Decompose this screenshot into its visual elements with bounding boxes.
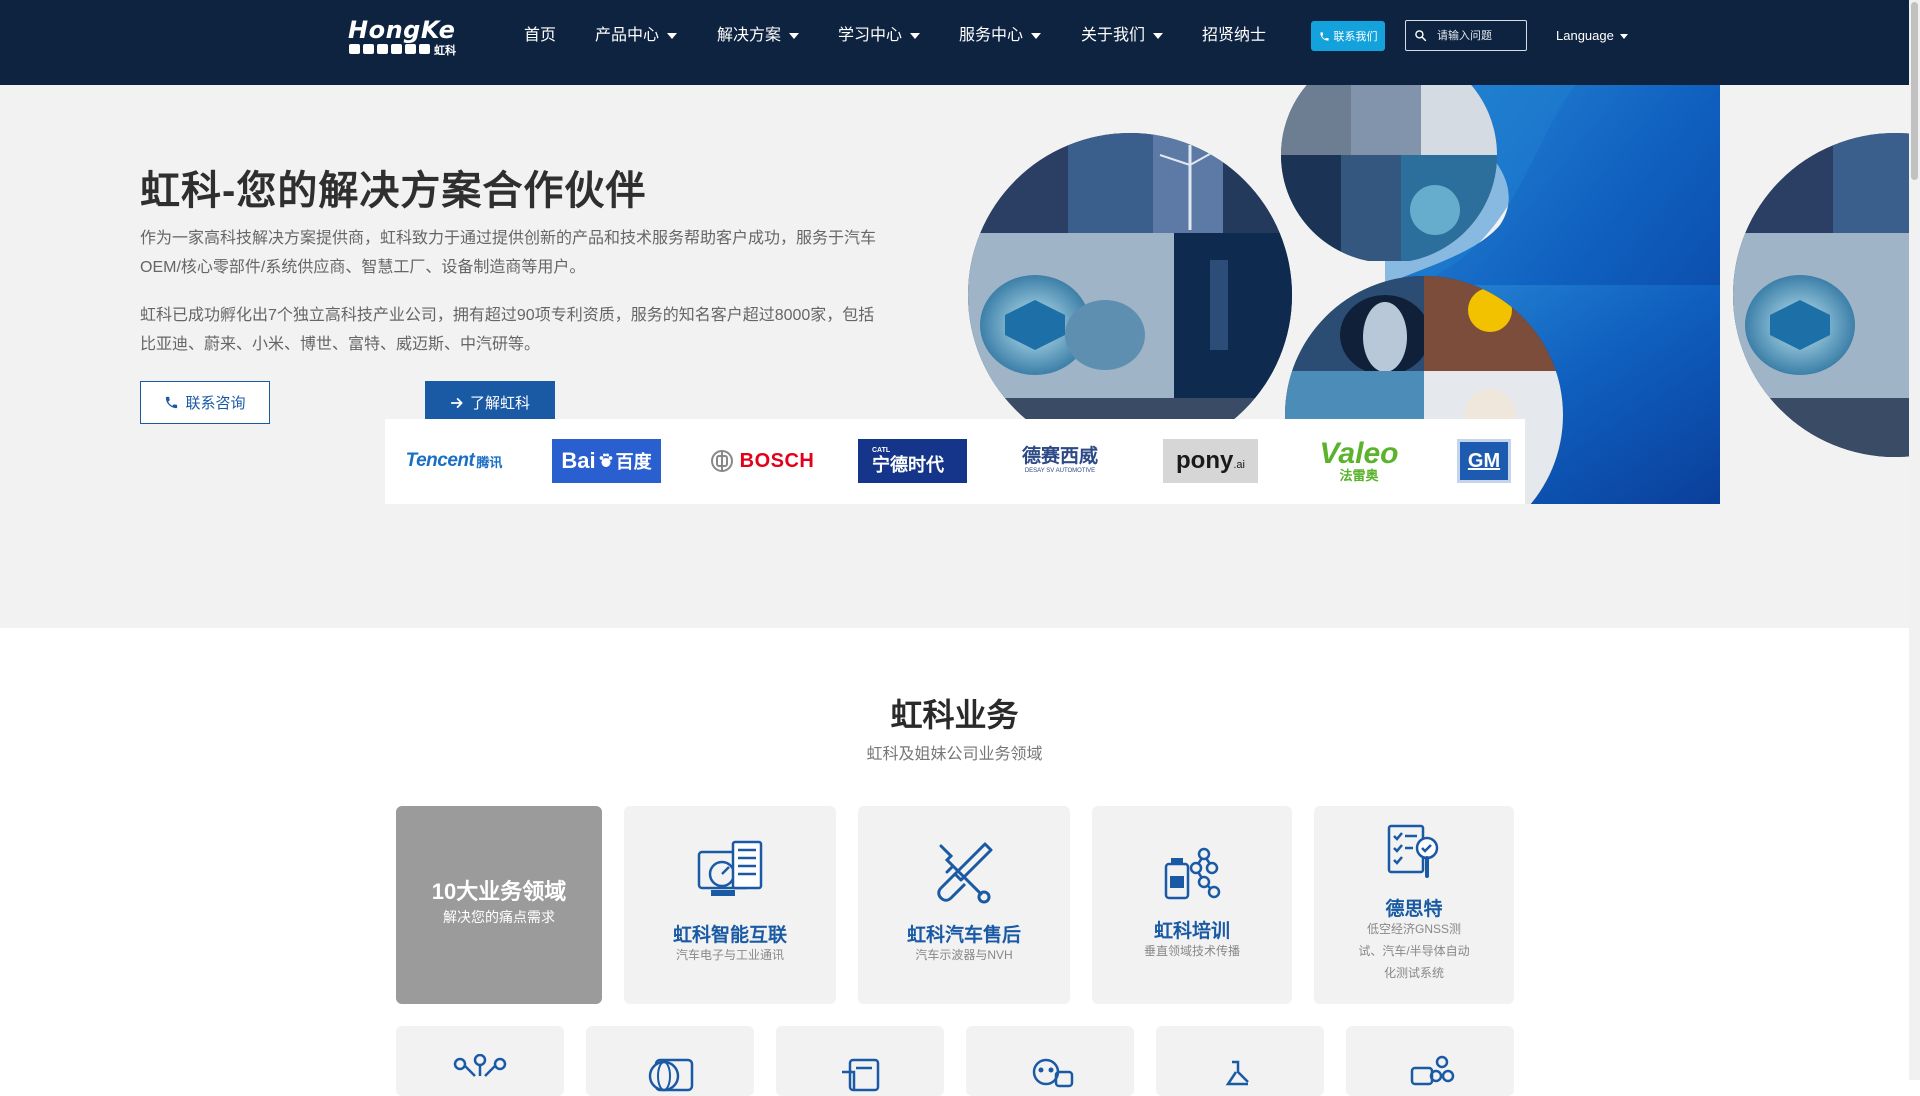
- card-smart-connect[interactable]: 虹科智能互联 汽车电子与工业通讯: [624, 806, 836, 1004]
- hongke-logo[interactable]: HongKe 虹科: [348, 16, 468, 58]
- page-scrollbar-thumb[interactable]: [1911, 2, 1918, 180]
- robot-car-icon: [1032, 1058, 1074, 1088]
- caret-down-icon: [1619, 34, 1628, 40]
- card-row2-4[interactable]: [966, 1026, 1134, 1096]
- logo-squares: [349, 44, 430, 54]
- search-icon[interactable]: [1414, 29, 1427, 42]
- nav-home[interactable]: 首页: [524, 24, 556, 48]
- caret-down-icon: [667, 32, 678, 39]
- top-navbar: HongKe 虹科 首页 产品中心 解决方案 学习中心 服务中心 关于我们 招贤…: [0, 0, 1909, 85]
- valeo-logo: Valeo 法雷奥: [1319, 437, 1399, 483]
- card-auto-aftermarket[interactable]: 虹科汽车售后 汽车示波器与NVH: [858, 806, 1070, 1004]
- card-row2-6[interactable]: [1346, 1026, 1514, 1096]
- partner-logos-strip: Tencent 腾讯 Bai 百度 BOSCH CATL 宁德时代 德赛西威 D…: [385, 419, 1525, 504]
- caret-down-icon: [1153, 32, 1164, 39]
- network-nodes-icon: [453, 1054, 507, 1077]
- hero-title: 虹科-您的解决方案合作伙伴: [140, 169, 647, 213]
- molecule-icon: [1410, 1055, 1455, 1086]
- card-row2-2[interactable]: [586, 1026, 754, 1096]
- nav-learning[interactable]: 学习中心: [838, 24, 921, 48]
- business-section-title: 虹科业务: [890, 697, 1019, 733]
- document-icon: [842, 1058, 880, 1092]
- globe-icon: [648, 1058, 694, 1092]
- language-selector[interactable]: Language: [1556, 28, 1628, 43]
- card-10-business-areas[interactable]: 10大业务领域 解决您的痛点需求: [396, 806, 602, 1004]
- bosch-logo: BOSCH: [707, 439, 817, 483]
- card-row2-5[interactable]: [1156, 1026, 1324, 1096]
- card-row2-3[interactable]: [776, 1026, 944, 1096]
- consult-button[interactable]: 联系咨询: [140, 381, 270, 424]
- wrench-screwdriver-icon: [937, 842, 993, 904]
- pony-ai-logo: pony .ai: [1163, 439, 1258, 483]
- learn-more-button[interactable]: 了解虹科: [425, 381, 555, 424]
- hero-description-1: 作为一家高科技解决方案提供商，虹科致力于通过提供创新的产品和技术服务帮助客户成功…: [140, 230, 877, 276]
- caret-down-icon: [1031, 32, 1042, 39]
- logo-text: HongKe: [348, 16, 456, 44]
- hero-description-2: 虹科已成功孵化出7个独立高科技产业公司，拥有超过90项专利资质，服务的知名客户超…: [140, 307, 875, 353]
- card-training[interactable]: 虹科培训 垂直领域技术传播: [1092, 806, 1292, 1004]
- catl-logo: CATL 宁德时代: [858, 439, 967, 483]
- card-row2-1[interactable]: [396, 1026, 564, 1096]
- logo-cn: 虹科: [434, 45, 456, 57]
- caret-down-icon: [910, 32, 921, 39]
- nav-solutions[interactable]: 解决方案: [717, 24, 800, 48]
- nav-about[interactable]: 关于我们: [1081, 24, 1164, 48]
- desay-sv-logo: 德赛西威 DESAY SV AUTOMOTIVE: [1021, 446, 1098, 475]
- nav-careers[interactable]: 招贤纳士: [1202, 24, 1266, 48]
- tencent-logo: Tencent 腾讯: [405, 450, 503, 471]
- dashboard-monitor-icon: [697, 840, 763, 896]
- business-section-subtitle: 虹科及姐妹公司业务领域: [866, 746, 1043, 763]
- baidu-logo: Bai 百度: [552, 439, 661, 483]
- search-input[interactable]: [1435, 28, 1515, 43]
- search-box: [1405, 20, 1527, 51]
- card-tst[interactable]: 德思特 低空经济GNSS测试、汽车/半导体自动化测试系统: [1314, 806, 1514, 1004]
- arrow-right-icon: [450, 397, 463, 408]
- nav-services[interactable]: 服务中心: [959, 24, 1042, 48]
- contact-us-button[interactable]: 联系我们: [1311, 21, 1385, 51]
- phone-icon: [1319, 31, 1329, 41]
- nav-products[interactable]: 产品中心: [595, 24, 678, 48]
- molecule-bottle-icon: [1164, 847, 1221, 900]
- hero-section: 虹科-您的解决方案合作伙伴 作为一家高科技解决方案提供商，虹科致力于通过提供创新…: [0, 85, 1909, 628]
- tool-icon: [1225, 1060, 1249, 1086]
- phone-icon: [166, 396, 178, 409]
- caret-down-icon: [789, 32, 800, 39]
- gm-logo: GM: [1457, 439, 1511, 483]
- checklist-magnifier-icon: [1387, 824, 1439, 878]
